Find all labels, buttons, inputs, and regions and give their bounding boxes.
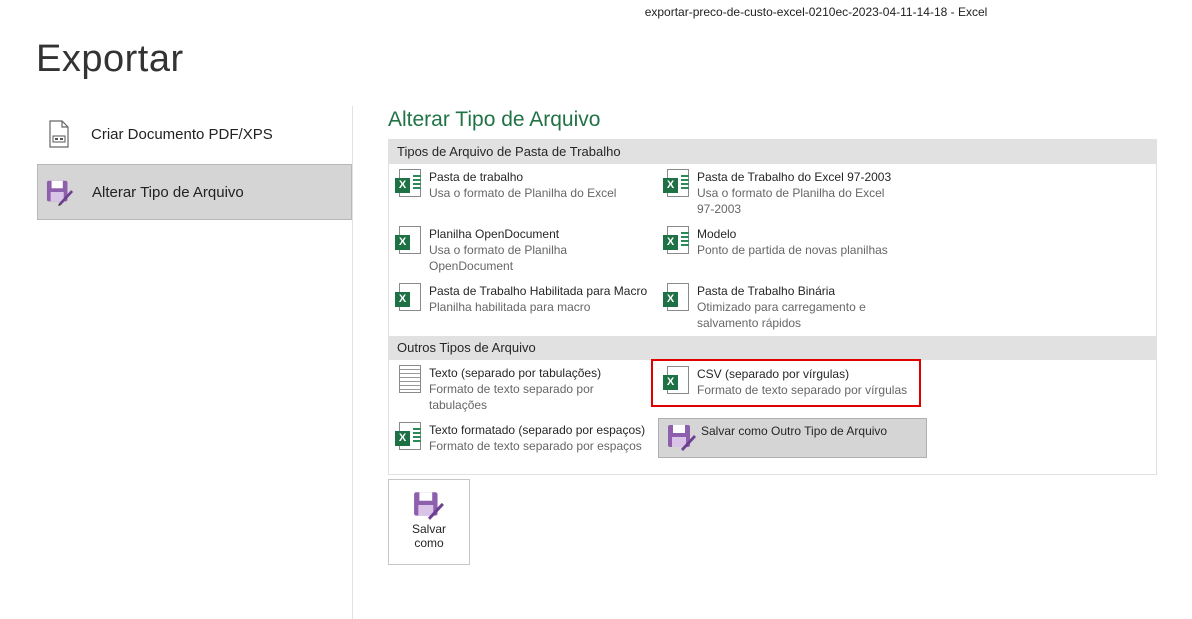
option-label: Pasta de trabalho xyxy=(429,170,524,184)
option-desc: Formato de texto separado por espaços xyxy=(429,439,642,453)
option-label: Planilha OpenDocument xyxy=(429,227,560,241)
option-desc: Usa o formato de Planilha OpenDocument xyxy=(429,243,568,273)
group-header-workbook: Tipos de Arquivo de Pasta de Trabalho xyxy=(389,140,1156,164)
save-as-icon xyxy=(46,178,74,206)
excel-97-icon: X xyxy=(663,169,691,201)
option-save-as-other[interactable]: Salvar como Outro Tipo de Arquivo xyxy=(658,418,927,458)
divider xyxy=(352,106,353,619)
option-desc: Formato de texto separado por vírgulas xyxy=(697,383,908,397)
csv-icon: X xyxy=(663,366,691,398)
template-icon: X xyxy=(663,226,691,258)
opendocument-icon: X xyxy=(395,226,423,258)
option-excel-97-2003[interactable]: X Pasta de Trabalho do Excel 97-2003 Usa … xyxy=(663,169,893,217)
formatted-text-icon: X xyxy=(395,422,423,454)
option-macro-workbook[interactable]: X Pasta de Trabalho Habilitada para Macr… xyxy=(395,283,657,315)
window-title: exportar-preco-de-custo-excel-0210ec-202… xyxy=(644,5,988,19)
option-label: Salvar como Outro Tipo de Arquivo xyxy=(701,424,888,438)
nav-item-change-file-type[interactable]: Alterar Tipo de Arquivo xyxy=(37,164,352,220)
option-text-tab[interactable]: Texto (separado por tabulações) Formato d… xyxy=(395,365,657,413)
option-workbook[interactable]: X Pasta de trabalho Usa o formato de Plan… xyxy=(395,169,657,201)
nav-item-create-pdf[interactable]: Criar Documento PDF/XPS xyxy=(37,106,352,162)
export-nav: Criar Documento PDF/XPS Alterar Tipo de … xyxy=(37,106,352,222)
option-desc: Usa o formato de Planilha do Excel 97-20… xyxy=(697,186,885,216)
page-title: Exportar xyxy=(36,38,184,80)
option-binary-workbook[interactable]: X Pasta de Trabalho Binária Otimizado par… xyxy=(663,283,893,331)
option-csv[interactable]: X CSV (separado por vírgulas) Formato de … xyxy=(651,359,921,407)
save-as-other-icon xyxy=(667,423,696,455)
option-label: Pasta de Trabalho do Excel 97-2003 xyxy=(697,170,892,184)
save-as-icon xyxy=(413,490,445,520)
macro-workbook-icon: X xyxy=(395,283,423,315)
option-desc: Otimizado para carregamento e salvamento… xyxy=(697,300,866,330)
option-label: Modelo xyxy=(697,227,737,241)
save-as-label-line2: como xyxy=(414,536,444,550)
option-desc: Ponto de partida de novas planilhas xyxy=(697,243,888,257)
option-label: Texto formatado (separado por espaços) xyxy=(429,423,646,437)
option-template[interactable]: X Modelo Ponto de partida de novas planil… xyxy=(663,226,893,258)
option-label: Pasta de Trabalho Binária xyxy=(697,284,836,298)
binary-workbook-icon: X xyxy=(663,283,691,315)
save-as-label-line1: Salvar xyxy=(411,522,446,536)
section-title: Alterar Tipo de Arquivo xyxy=(388,108,601,131)
option-label: CSV (separado por vírgulas) xyxy=(697,367,850,381)
save-as-button[interactable]: Salvar como xyxy=(388,479,470,565)
option-desc: Planilha habilitada para macro xyxy=(429,300,591,314)
file-type-panel: Tipos de Arquivo de Pasta de Trabalho X … xyxy=(388,139,1157,475)
group-header-other: Outros Tipos de Arquivo xyxy=(389,336,1156,360)
text-file-icon xyxy=(395,365,423,397)
excel-workbook-icon: X xyxy=(395,169,423,201)
option-desc: Formato de texto separado por tabulações xyxy=(429,382,594,412)
option-desc: Usa o formato de Planilha do Excel xyxy=(429,186,617,200)
option-formatted-text[interactable]: X Texto formatado (separado por espaços)… xyxy=(395,422,657,454)
option-opendocument[interactable]: X Planilha OpenDocument Usa o formato de … xyxy=(395,226,657,274)
option-label: Texto (separado por tabulações) xyxy=(429,366,602,380)
pdf-document-icon xyxy=(45,120,73,148)
nav-item-label: Criar Documento PDF/XPS xyxy=(91,125,273,143)
nav-item-label: Alterar Tipo de Arquivo xyxy=(92,183,244,201)
option-label: Pasta de Trabalho Habilitada para Macro xyxy=(429,284,648,298)
